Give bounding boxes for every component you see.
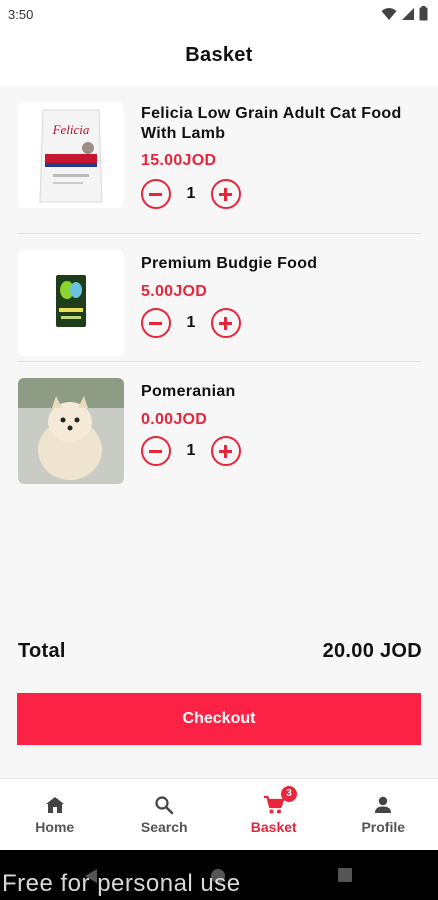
- watermark: Free for personal use: [2, 870, 241, 897]
- nav-item-basket[interactable]: 3 Basket: [219, 779, 329, 850]
- svg-text:Felicia: Felicia: [52, 122, 90, 137]
- total-label: Total: [18, 640, 66, 662]
- pomeranian-image[interactable]: [18, 378, 124, 484]
- increase-quantity-button[interactable]: [211, 179, 241, 209]
- quantity-stepper: 1: [141, 179, 241, 209]
- status-time: 3:50: [8, 7, 34, 22]
- quantity-stepper: 1: [141, 308, 241, 338]
- total-value: 20.00 JOD: [322, 640, 422, 662]
- item-name: Premium Budgie Food: [141, 255, 318, 272]
- basket-item[interactable]: Pomeranian 0.00JOD 1: [17, 362, 421, 490]
- battery-icon: [419, 6, 428, 21]
- checkout-button[interactable]: Checkout: [17, 693, 421, 745]
- quantity-value: 1: [186, 314, 196, 331]
- nav-item-search[interactable]: Search: [110, 779, 220, 850]
- status-icons: [381, 6, 428, 21]
- quantity-value: 1: [186, 185, 196, 202]
- bottom-nav: Home Search 3 Basket Profile: [0, 778, 438, 850]
- nav-item-profile[interactable]: Profile: [329, 779, 438, 850]
- item-price: 15.00JOD: [141, 152, 217, 169]
- quantity-stepper: 1: [141, 436, 241, 466]
- total-row: Total 20.00 JOD: [18, 640, 422, 663]
- decrease-quantity-button[interactable]: [141, 436, 171, 466]
- nav-label: Home: [35, 819, 75, 835]
- decrease-quantity-button[interactable]: [141, 179, 171, 209]
- decrease-quantity-button[interactable]: [141, 308, 171, 338]
- page-title: Basket: [185, 44, 253, 66]
- status-bar: 3:50: [0, 0, 438, 30]
- cat-food-image[interactable]: Felicia: [18, 102, 124, 208]
- increase-quantity-button[interactable]: [211, 436, 241, 466]
- home-icon: [45, 797, 64, 813]
- basket-item[interactable]: Felicia Felicia Low Grain Adult Cat Food…: [17, 90, 421, 234]
- app-header: Basket: [0, 30, 438, 86]
- increase-quantity-button[interactable]: [211, 308, 241, 338]
- cart-count-badge: 3: [281, 786, 297, 802]
- item-price: 0.00JOD: [141, 411, 208, 428]
- recents-icon[interactable]: [338, 868, 352, 882]
- item-name: Pomeranian: [141, 383, 236, 400]
- item-price: 5.00JOD: [141, 283, 208, 300]
- search-icon: [155, 796, 174, 815]
- nav-item-home[interactable]: Home: [0, 779, 110, 850]
- budgie-food-image[interactable]: [18, 250, 124, 356]
- wifi-icon: [381, 7, 397, 20]
- nav-label: Profile: [361, 819, 406, 835]
- nav-label: Basket: [250, 819, 297, 835]
- basket-item[interactable]: Premium Budgie Food 5.00JOD 1: [17, 234, 421, 362]
- signal-icon: [402, 7, 414, 20]
- basket-list: Felicia Felicia Low Grain Adult Cat Food…: [0, 90, 438, 490]
- quantity-value: 1: [186, 442, 196, 459]
- person-icon: [375, 796, 392, 813]
- item-name: Felicia Low Grain Adult Cat Food With La…: [141, 105, 402, 142]
- nav-label: Search: [140, 819, 188, 835]
